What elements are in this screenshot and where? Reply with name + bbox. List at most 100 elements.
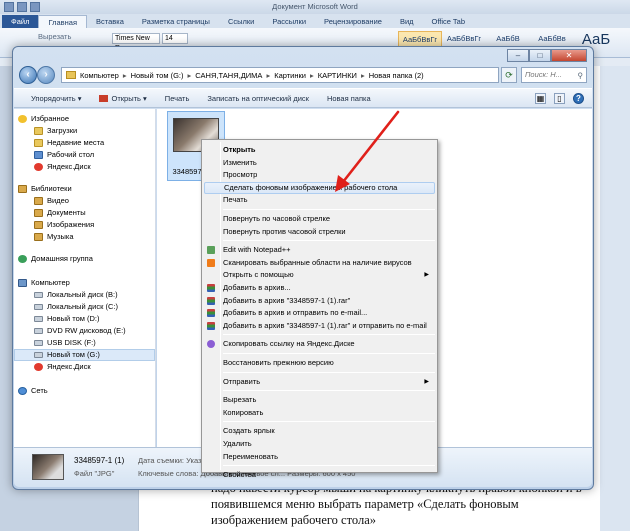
nav-video[interactable]: Видео xyxy=(34,195,155,207)
tab-office-tab[interactable]: Office Tab xyxy=(423,15,475,28)
tab-page-layout[interactable]: Разметка страницы xyxy=(133,15,219,28)
menu-item-9[interactable]: Edit with Notepad++ xyxy=(204,244,435,256)
nav-recent-places[interactable]: Недавние места xyxy=(34,137,155,149)
vertical-ruler xyxy=(600,66,630,531)
menu-item-13[interactable]: Добавить в архив "3348597-1 (1).rar" xyxy=(204,295,435,307)
nav-drive-g[interactable]: Новый том (G:) xyxy=(14,349,155,361)
forward-button[interactable]: › xyxy=(37,66,55,84)
nav-desktop-label: Рабочий стол xyxy=(47,150,95,159)
nav-desktop[interactable]: Рабочий стол xyxy=(34,149,155,161)
tab-file[interactable]: Файл xyxy=(2,15,39,28)
nav-music[interactable]: Музыка xyxy=(34,231,155,243)
minimize-button[interactable]: – xyxy=(507,49,529,62)
rar-icon xyxy=(207,321,215,330)
menu-item-30[interactable]: Свойства xyxy=(204,469,435,481)
back-button[interactable]: ‹ xyxy=(19,66,37,84)
menu-item-label: Добавить в архив "3348597-1 (1).rar" xyxy=(223,295,351,305)
dvd-drive-icon xyxy=(34,328,43,334)
tab-insert[interactable]: Вставка xyxy=(87,15,133,28)
recent-places-icon xyxy=(34,139,43,147)
tab-view[interactable]: Вид xyxy=(391,15,423,28)
close-button[interactable]: ✕ xyxy=(551,49,587,62)
desktop-icon xyxy=(34,151,43,159)
menu-item-26[interactable]: Создать ярлык xyxy=(204,425,435,437)
menu-item-1[interactable]: Изменить xyxy=(204,157,435,169)
nav-yandex-disk[interactable]: Яндекс.Диск xyxy=(34,361,155,373)
nav-pictures[interactable]: Изображения xyxy=(34,219,155,231)
tab-references[interactable]: Ссылки xyxy=(219,15,263,28)
menu-item-10[interactable]: Сканировать выбранные области на наличие… xyxy=(204,257,435,269)
maximize-button[interactable]: □ xyxy=(529,49,551,62)
menu-item-28[interactable]: Переименовать xyxy=(204,451,435,463)
preview-pane-icon[interactable]: ▯ xyxy=(554,92,565,104)
menu-item-23[interactable]: Вырезать xyxy=(204,394,435,406)
menu-item-7[interactable]: Повернуть против часовой стрелки xyxy=(204,226,435,238)
rar-icon xyxy=(207,296,215,305)
nav-documents-label: Документы xyxy=(47,208,86,217)
search-input[interactable]: Поиск: Н... ⚲ xyxy=(521,67,587,83)
menu-item-12[interactable]: Добавить в архив... xyxy=(204,282,435,294)
nav-libraries[interactable]: Библиотеки xyxy=(18,183,155,195)
burn-disc-button[interactable]: Записать на оптический диск xyxy=(198,94,318,103)
yandex-disk-icon xyxy=(34,163,43,171)
breadcrumb-new-folder-2[interactable]: Новая папка (2) xyxy=(369,71,424,80)
font-size-select[interactable]: 14 xyxy=(162,33,188,44)
menu-item-21[interactable]: Отправить ▶ xyxy=(204,376,435,388)
new-folder-button[interactable]: Новая папка xyxy=(318,94,380,103)
menu-item-24[interactable]: Копировать xyxy=(204,407,435,419)
nav-yandex-disk-fav[interactable]: Яндекс.Диск xyxy=(34,161,155,173)
breadcrumb-separator-icon: ▸ xyxy=(266,70,271,80)
address-bar[interactable]: Компьютер ▸ Новый том (G:) ▸ САНЯ,ТАНЯ,ДИМ… xyxy=(61,67,499,83)
nav-drive-e[interactable]: DVD RW дисковод (E:) xyxy=(34,325,155,337)
nav-yandex-label: Яндекс.Диск xyxy=(47,162,91,171)
cut-button[interactable]: Вырезать xyxy=(38,32,71,41)
breadcrumb-drive-g[interactable]: Новый том (G:) xyxy=(131,71,184,80)
menu-item-27[interactable]: Удалить xyxy=(204,438,435,450)
menu-item-11[interactable]: Открыть с помощью ▶ xyxy=(204,269,435,281)
nav-documents[interactable]: Документы xyxy=(34,207,155,219)
refresh-icon: ⟳ xyxy=(505,70,513,80)
nav-homegroup[interactable]: Домашняя группа xyxy=(18,253,155,265)
nav-network-label: Сеть xyxy=(31,386,48,395)
view-options-icon[interactable]: ▦ xyxy=(535,92,546,104)
menu-item-4[interactable]: Печать xyxy=(204,194,435,206)
breadcrumb-kartinki-caps[interactable]: КАРТИНКИ xyxy=(318,71,357,80)
menu-item-14[interactable]: Добавить в архив и отправить по e-mail..… xyxy=(204,307,435,319)
submenu-arrow-icon: ▶ xyxy=(424,378,429,385)
tab-review[interactable]: Рецензирование xyxy=(315,15,391,28)
refresh-button[interactable]: ⟳ xyxy=(501,67,517,83)
details-file-type: Файл "JPG" xyxy=(74,469,115,478)
nav-downloads[interactable]: Загрузки xyxy=(34,125,155,137)
nav-drive-f[interactable]: USB DISK (F:) xyxy=(34,337,155,349)
breadcrumb-sanya[interactable]: САНЯ,ТАНЯ,ДИМА xyxy=(195,71,262,80)
nav-drive-d[interactable]: Новый том (D:) xyxy=(34,313,155,325)
word-ribbon-tabs: Файл Главная Вставка Разметка страницы С… xyxy=(0,14,630,28)
organize-button[interactable]: Упорядочить ▾ xyxy=(22,94,90,103)
breadcrumb-computer[interactable]: Компьютер xyxy=(80,71,119,80)
details-date-taken: Дата съемки: Указ... xyxy=(138,456,208,465)
nav-drive-c[interactable]: Локальный диск (C:) xyxy=(34,301,155,313)
nav-network[interactable]: Сеть xyxy=(18,385,155,397)
help-icon[interactable]: ? xyxy=(573,92,584,104)
menu-item-0[interactable]: Открыть xyxy=(204,144,435,156)
tab-home[interactable]: Главная xyxy=(38,15,87,28)
nav-computer[interactable]: Компьютер xyxy=(18,277,155,289)
word-document-title: Документ Microsoft Word xyxy=(272,2,358,11)
nav-favorites[interactable]: Избранное xyxy=(18,113,155,125)
tab-mailings[interactable]: Рассылки xyxy=(263,15,315,28)
menu-separator xyxy=(223,334,435,336)
menu-item-2[interactable]: Просмотр xyxy=(204,169,435,181)
menu-item-set-desktop-background[interactable]: Сделать фоновым изображением рабочего ст… xyxy=(204,181,435,194)
breadcrumb-kartinki[interactable]: Картинки xyxy=(274,71,306,80)
nav-drive-b[interactable]: Локальный диск (B:) xyxy=(34,289,155,301)
menu-item-17[interactable]: Скопировать ссылку на Яндекс.Диске xyxy=(204,338,435,350)
nav-homegroup-label: Домашняя группа xyxy=(31,254,93,263)
menu-item-15[interactable]: Добавить в архив "3348597-1 (1).rar" и о… xyxy=(204,320,435,332)
music-library-icon xyxy=(34,233,43,241)
print-button[interactable]: Печать xyxy=(156,94,199,103)
navigation-bar: ‹ › Компьютер ▸ Новый том (G:) ▸ САНЯ,ТАНЯ… xyxy=(19,65,587,85)
font-name-select[interactable]: Times New Rc xyxy=(112,33,160,52)
open-button[interactable]: Открыть ▾ xyxy=(90,94,155,103)
menu-item-19[interactable]: Восстановить прежнюю версию xyxy=(204,357,435,369)
menu-item-6[interactable]: Повернуть по часовой стрелке xyxy=(204,213,435,225)
